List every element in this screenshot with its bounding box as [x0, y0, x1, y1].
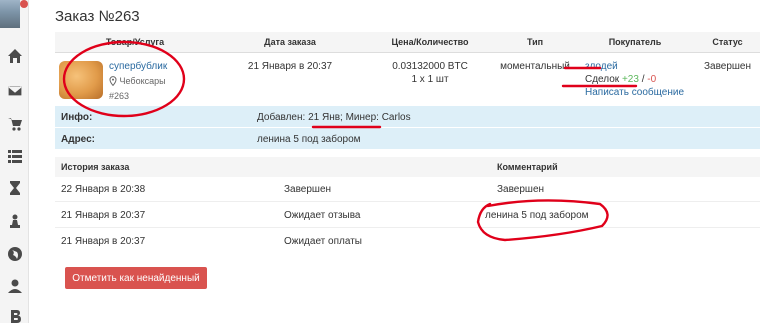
bitcoin-icon[interactable]: [5, 306, 25, 323]
buyer-link[interactable]: злодей: [585, 61, 695, 72]
list-icon[interactable]: [5, 146, 25, 166]
info-value: Добавлен: 21 Янв; Минер: Carlos: [257, 112, 411, 123]
message-link[interactable]: Написать сообщение: [585, 87, 695, 98]
history-comment: Завершен: [497, 184, 545, 195]
miner-name: Минер: Carlos: [345, 112, 411, 123]
history-row: 21 Января в 20:37 Ожидает отзыва ленина …: [55, 203, 760, 228]
history-row: 21 Января в 20:37 Ожидает оплаты: [55, 229, 760, 254]
deals-separator: /: [641, 73, 645, 85]
order-table-header: Товар/Услуга Дата заказа Цена/Количество…: [55, 32, 760, 53]
deals-negative: -0: [647, 73, 657, 85]
address-row: Адрес: ленина 5 под забором: [55, 128, 760, 150]
buyer-deals: Сделок +23 / -0: [585, 74, 695, 85]
order-quantity: 1 x 1 шт: [411, 73, 449, 85]
mail-icon[interactable]: [5, 81, 25, 101]
product-city: Чебоксары: [119, 75, 166, 86]
user-icon[interactable]: [5, 276, 25, 296]
address-label: Адрес:: [61, 134, 95, 145]
order-price: 0.03132000 BTC: [392, 60, 468, 72]
order-row: супербублик Чебоксары #263 21 Января в 2…: [55, 52, 760, 104]
mark-not-found-button[interactable]: Отметить как ненайденный: [65, 267, 207, 289]
order-table: Товар/Услуга Дата заказа Цена/Количество…: [55, 32, 760, 104]
column-type: Тип: [495, 32, 575, 53]
history-date: 21 Января в 20:37: [61, 210, 146, 221]
page-title: Заказ №263: [55, 8, 140, 25]
order-type: моментальный: [500, 60, 570, 72]
product-id: #263: [109, 90, 130, 101]
buyer-cell: злодей Сделок +23 / -0 Написать сообщени…: [575, 52, 695, 104]
chess-pawn-icon[interactable]: [5, 211, 25, 231]
info-box: Инфо: Добавлен: 21 Янв; Минер: Carlos Ад…: [55, 106, 760, 150]
column-price: Цена/Количество: [365, 32, 495, 53]
info-row: Инфо: Добавлен: 21 Янв; Минер: Carlos: [55, 106, 760, 128]
product-cell: супербублик Чебоксары #263: [55, 60, 215, 101]
product-link[interactable]: супербублик: [109, 61, 167, 72]
history-date: 21 Января в 20:37: [61, 236, 146, 247]
cart-icon[interactable]: [5, 114, 25, 134]
column-comment: Комментарий: [497, 162, 558, 172]
avatar[interactable]: [0, 0, 20, 28]
product-location: Чебоксары: [109, 76, 167, 88]
product-image[interactable]: [59, 60, 103, 99]
deals-label: Сделок: [585, 73, 620, 85]
deals-positive: +23: [621, 73, 639, 85]
info-label: Инфо:: [61, 112, 93, 123]
history-status: Ожидает оплаты: [284, 236, 362, 247]
added-date: Добавлен: 21 Янв;: [257, 112, 343, 123]
order-status: Завершен: [703, 60, 752, 72]
order-price-cell: 0.03132000 BTC 1 x 1 шт: [365, 52, 495, 104]
column-date: Дата заказа: [215, 32, 365, 53]
sidebar: [0, 0, 29, 323]
globe-icon[interactable]: [5, 244, 25, 264]
history-date: 22 Января в 20:38: [61, 184, 146, 195]
column-product: Товар/Услуга: [55, 32, 215, 53]
main-content: Заказ №263 Товар/Услуга Дата заказа Цена…: [55, 0, 761, 323]
column-history: История заказа: [61, 162, 130, 172]
home-icon[interactable]: [5, 46, 25, 66]
address-value: ленина 5 под забором: [257, 134, 361, 145]
column-buyer: Покупатель: [575, 32, 695, 53]
column-status: Статус: [695, 32, 760, 53]
notification-badge: [20, 0, 28, 8]
history-status: Ожидает отзыва: [284, 210, 361, 221]
history-table-header: История заказа Комментарий: [55, 157, 760, 177]
location-pin-icon: [109, 75, 117, 88]
history-row: 22 Января в 20:38 Завершен Завершен: [55, 177, 760, 202]
order-date: 21 Января в 20:37: [247, 60, 333, 72]
history-comment: ленина 5 под забором: [485, 210, 589, 221]
history-status: Завершен: [284, 184, 332, 195]
hourglass-icon[interactable]: [5, 178, 25, 198]
